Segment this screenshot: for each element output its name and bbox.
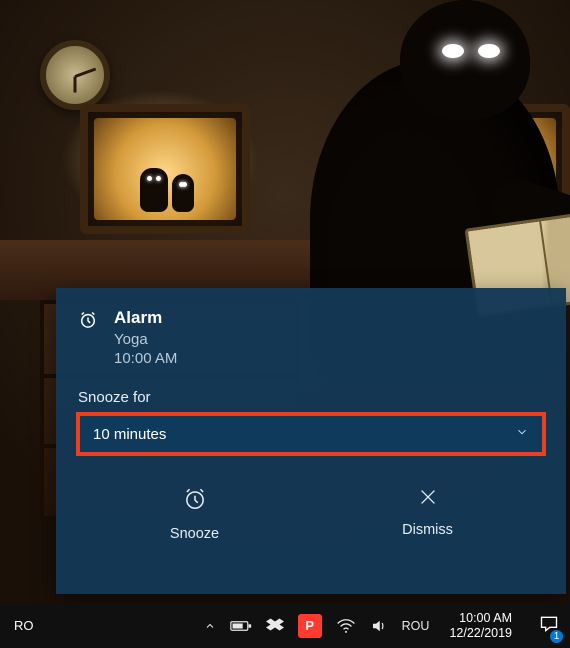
taskbar-date: 12/22/2019 bbox=[449, 626, 512, 641]
language-indicator[interactable]: RO bbox=[0, 618, 44, 633]
taskbar-clock[interactable]: 10:00 AM 12/22/2019 bbox=[443, 611, 518, 641]
dropbox-icon[interactable] bbox=[266, 617, 284, 635]
alarm-time: 10:00 AM bbox=[114, 350, 177, 367]
snooze-duration-highlight: 10 minutes bbox=[78, 414, 544, 454]
taskbar: RO P ROU 10:00 AM bbox=[0, 603, 570, 648]
alarm-notification-toast: Alarm Yoga 10:00 AM Snooze for 10 minute… bbox=[56, 288, 566, 594]
wallpaper-tv-left bbox=[80, 104, 250, 234]
ime-indicator[interactable]: ROU bbox=[402, 619, 430, 633]
alarm-title: Yoga bbox=[114, 331, 177, 348]
dismiss-button-label: Dismiss bbox=[402, 522, 453, 538]
snooze-duration-value: 10 minutes bbox=[93, 426, 166, 443]
chevron-down-icon bbox=[515, 425, 529, 443]
snooze-for-label: Snooze for bbox=[78, 389, 544, 406]
battery-icon[interactable] bbox=[230, 619, 252, 633]
alarm-icon bbox=[78, 308, 100, 335]
snooze-action-icon bbox=[78, 486, 311, 517]
tray-app-p-icon[interactable]: P bbox=[298, 614, 322, 638]
notification-badge: 1 bbox=[549, 629, 564, 644]
volume-icon[interactable] bbox=[370, 617, 388, 635]
close-icon bbox=[311, 486, 544, 513]
wallpaper-clock bbox=[40, 40, 110, 110]
action-center-button[interactable]: 1 bbox=[532, 603, 566, 648]
snooze-button[interactable]: Snooze bbox=[78, 472, 311, 553]
wifi-icon[interactable] bbox=[336, 618, 356, 634]
taskbar-time: 10:00 AM bbox=[449, 611, 512, 626]
dismiss-button[interactable]: Dismiss bbox=[311, 472, 544, 553]
snooze-button-label: Snooze bbox=[170, 526, 219, 542]
tray-overflow-chevron-icon[interactable] bbox=[204, 620, 216, 632]
alarm-app-name: Alarm bbox=[114, 308, 177, 328]
snooze-duration-select[interactable]: 10 minutes bbox=[78, 414, 544, 454]
